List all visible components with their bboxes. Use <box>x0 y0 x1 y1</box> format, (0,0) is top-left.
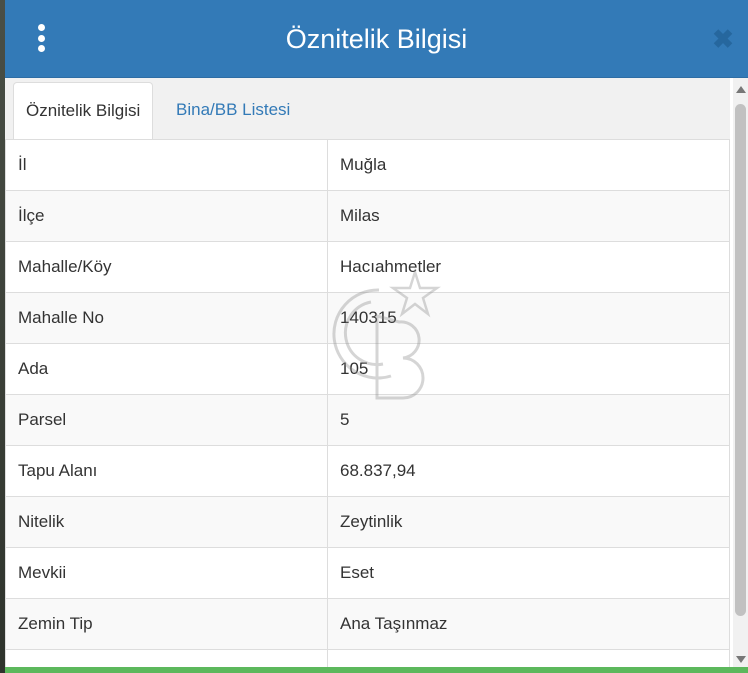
attribute-key: Ada <box>5 343 328 395</box>
attribute-value: 68.837,94 <box>327 445 730 497</box>
table-row: Zemin Tip Ana Taşınmaz <box>5 598 730 650</box>
attribute-value: Milas <box>327 190 730 242</box>
scroll-up-arrow-icon[interactable] <box>736 86 746 93</box>
attribute-value: 105 <box>327 343 730 395</box>
vertical-scrollbar[interactable] <box>733 78 748 673</box>
close-icon[interactable]: ✖ <box>712 26 734 52</box>
table-row: İl Muğla <box>5 139 730 191</box>
tab-attribute-info[interactable]: Öznitelik Bilgisi <box>13 82 154 140</box>
tab-bar: Öznitelik Bilgisi Bina/BB Listesi <box>5 78 730 140</box>
table-row: Nitelik Zeytinlik <box>5 496 730 548</box>
attribute-info-dialog: Öznitelik Bilgisi ✖ Öznitelik Bilgisi Bi… <box>5 0 748 673</box>
table-row: Mahalle/Köy Hacıahmetler <box>5 241 730 293</box>
status-bar <box>5 667 748 673</box>
attribute-value: Hacıahmetler <box>327 241 730 293</box>
attribute-value: Zeytinlik <box>327 496 730 548</box>
scroll-down-arrow-icon[interactable] <box>736 656 746 663</box>
dialog-title: Öznitelik Bilgisi <box>285 24 468 54</box>
attribute-table: İl Muğla İlçe Milas Mahalle/Köy Hacıahmetle… <box>5 139 730 673</box>
table-row: Mevkii Eset <box>5 547 730 599</box>
scrollbar-thumb[interactable] <box>735 104 746 616</box>
table-row: Mahalle No 140315 <box>5 292 730 344</box>
attribute-key: Mahalle No <box>5 292 328 344</box>
attribute-value: 140315 <box>327 292 730 344</box>
table-row: Tapu Alanı 68.837,94 <box>5 445 730 497</box>
tab-building-list[interactable]: Bina/BB Listesi <box>164 82 302 138</box>
table-row: Ada 105 <box>5 343 730 395</box>
attribute-key: Zemin Tip <box>5 598 328 650</box>
dialog-header: Öznitelik Bilgisi ✖ <box>5 0 748 78</box>
table-row: İlçe Milas <box>5 190 730 242</box>
attribute-value: 5 <box>327 394 730 446</box>
attribute-key: Mevkii <box>5 547 328 599</box>
attribute-value: Muğla <box>327 139 730 191</box>
attribute-value: Eset <box>327 547 730 599</box>
attribute-key: Tapu Alanı <box>5 445 328 497</box>
attribute-key: Nitelik <box>5 496 328 548</box>
attribute-value: Ana Taşınmaz <box>327 598 730 650</box>
attribute-key: İlçe <box>5 190 328 242</box>
attribute-key: Mahalle/Köy <box>5 241 328 293</box>
table-row: Parsel 5 <box>5 394 730 446</box>
attribute-key: İl <box>5 139 328 191</box>
attribute-key: Parsel <box>5 394 328 446</box>
